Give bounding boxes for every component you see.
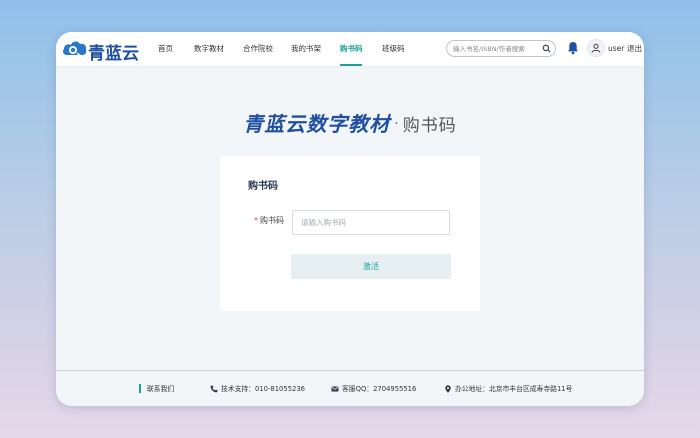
- card-title: 购书码: [248, 181, 278, 192]
- app-window: 青蓝云 首页 数字教材 合作院校 我的书架 购书码 班级码 输入书名/ISBN/…: [56, 32, 644, 406]
- page-title: 青蓝云数字教材 · 购书码: [56, 108, 644, 137]
- bell-icon[interactable]: [567, 41, 579, 55]
- purchase-code-card: 购书码 *购书码 激活: [220, 156, 480, 311]
- brand-logo[interactable]: 青蓝云: [62, 38, 142, 64]
- footer-service-qq: 客服QQ：2704955516: [342, 385, 417, 393]
- cloud-logo-icon: [63, 41, 87, 57]
- footer-contact-us: 联系我们: [147, 385, 175, 393]
- search-input[interactable]: [453, 41, 539, 56]
- code-field-label: * 购书码: [254, 215, 284, 226]
- nav-item-my-bookshelf[interactable]: 我的书架: [291, 32, 321, 66]
- logout-link[interactable]: 退出: [627, 32, 642, 66]
- search-icon[interactable]: [542, 44, 551, 53]
- username[interactable]: user: [608, 32, 624, 66]
- activate-button[interactable]: 激活: [291, 254, 451, 279]
- nav-item-partner-schools[interactable]: 合作院校: [243, 32, 273, 66]
- required-mark: *: [254, 216, 258, 225]
- nav-item-class-code[interactable]: 班级码: [382, 32, 405, 66]
- page-title-separator: ·: [394, 116, 399, 132]
- brand-name: 青蓝云: [88, 44, 139, 64]
- top-navigation-bar: 青蓝云 首页 数字教材 合作院校 我的书架 购书码 班级码 输入书名/ISBN/…: [56, 32, 644, 66]
- location-pin-icon: [445, 385, 451, 393]
- nav-item-purchase-code[interactable]: 购书码: [340, 32, 363, 66]
- mail-icon: [331, 386, 339, 392]
- nav-item-home[interactable]: 首页: [158, 32, 173, 66]
- nav-item-digital-textbooks[interactable]: 数字教材: [194, 32, 224, 66]
- phone-icon: [210, 385, 218, 393]
- footer-tech-support: 技术支持：010-81055236: [221, 385, 306, 393]
- user-icon: [591, 43, 601, 53]
- nav-active-indicator: [340, 64, 362, 66]
- user-avatar[interactable]: [587, 39, 605, 57]
- page-title-main: 青蓝云数字教材: [243, 112, 391, 136]
- footer-accent-bar: [139, 384, 141, 393]
- page-title-sub: 购书码: [402, 116, 457, 136]
- purchase-code-input[interactable]: [292, 210, 450, 235]
- search-box: [446, 40, 556, 57]
- footer-address: 办公地址：北京市丰台区成寿寺路11号: [455, 385, 573, 393]
- footer: 联系我们 技术支持：010-81055236 客服QQ：2704955516 办…: [56, 370, 644, 406]
- code-label-text: 购书码: [260, 216, 284, 225]
